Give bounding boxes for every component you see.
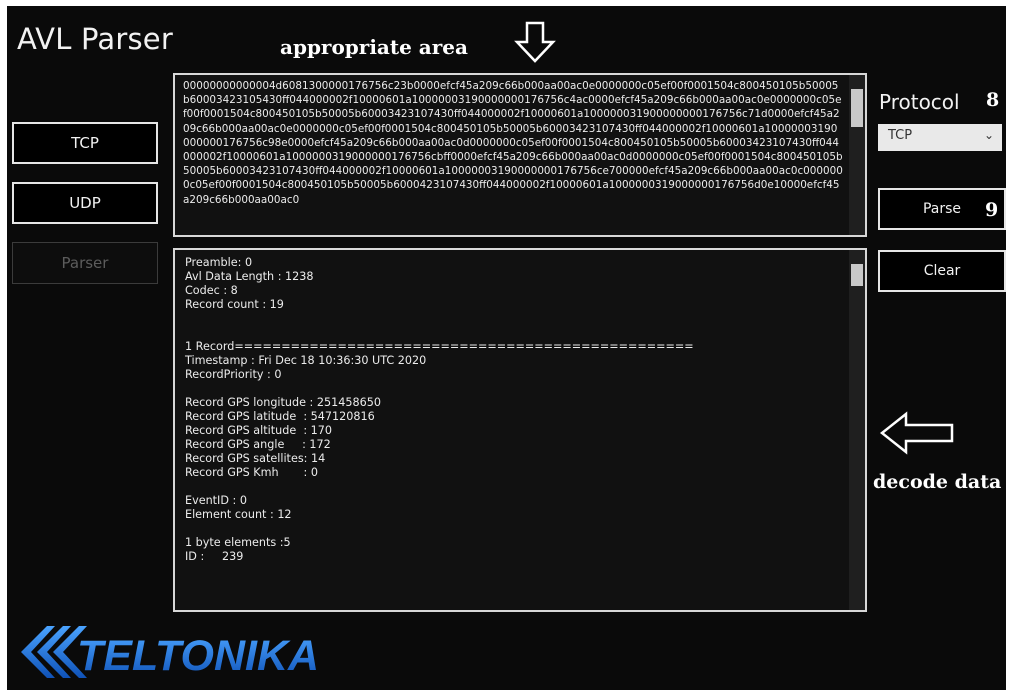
chevron-down-icon: ⌄ — [983, 128, 994, 142]
decode-output-area[interactable]: Preamble: 0 Avl Data Length : 1238 Codec… — [173, 248, 867, 612]
annotation-protocol-number: 8 — [986, 89, 1000, 111]
protocol-label: Protocol — [879, 90, 960, 114]
annotation-parse-number: 9 — [985, 199, 999, 221]
hex-input-scrollbar[interactable] — [849, 75, 865, 235]
decode-output-text: Preamble: 0 Avl Data Length : 1238 Codec… — [185, 256, 694, 563]
tcp-button[interactable]: TCP — [12, 122, 158, 164]
annotation-appropriate-area: appropriate area — [280, 35, 468, 59]
decode-output-scrollbar[interactable] — [849, 250, 865, 610]
parse-button-label: Parse — [922, 201, 962, 217]
protocol-select-value: TCP — [888, 128, 913, 143]
protocol-select[interactable]: TCP ⌄ — [878, 124, 1002, 151]
arrow-down-icon — [514, 21, 556, 63]
udp-button[interactable]: UDP — [12, 182, 158, 224]
hex-input-area[interactable]: 00000000000004d6081300000176756c23b0000e… — [173, 73, 867, 237]
arrow-left-icon — [879, 411, 954, 455]
parser-button[interactable]: Parser — [12, 242, 158, 284]
clear-button[interactable]: Clear — [878, 250, 1006, 292]
teltonika-logo-text: TELTONIKA — [77, 632, 319, 680]
app-window: AVL Parser appropriate area TCP UDP Pars… — [7, 6, 1006, 690]
annotation-decode-data: decode data — [873, 471, 1002, 493]
decode-output-scroll-thumb[interactable] — [851, 264, 863, 286]
hex-input-text[interactable]: 00000000000004d6081300000176756c23b0000e… — [183, 79, 843, 207]
teltonika-logo: TELTONIKA — [21, 626, 319, 680]
app-title: AVL Parser — [17, 22, 173, 56]
hex-input-scroll-thumb[interactable] — [851, 89, 863, 127]
